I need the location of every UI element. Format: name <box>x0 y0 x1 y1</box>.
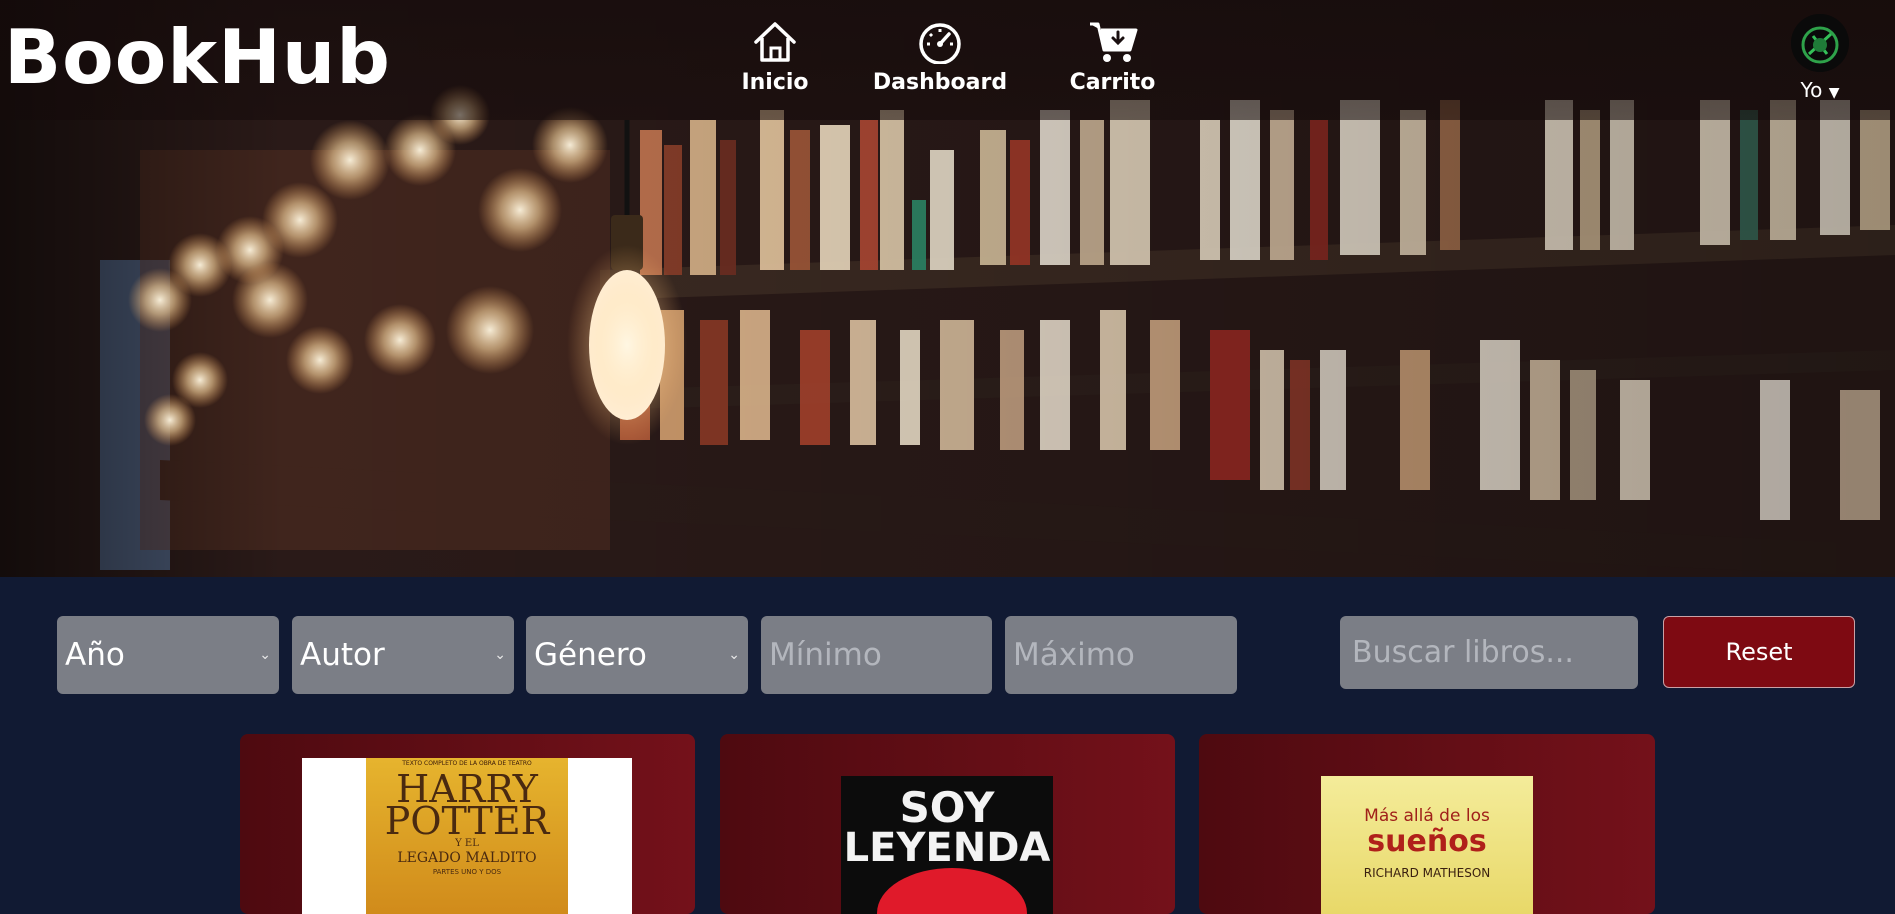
reset-button[interactable]: Reset <box>1663 616 1855 688</box>
min-price-placeholder: Mínimo <box>769 637 882 673</box>
avatar[interactable] <box>1791 14 1849 72</box>
genre-select-value: Género <box>534 637 647 673</box>
author-select[interactable]: Autor ⌄ <box>292 616 514 694</box>
search-placeholder: Buscar libros... <box>1352 635 1574 670</box>
year-select-value: Año <box>65 637 125 673</box>
chevron-down-icon: ⌄ <box>259 647 271 663</box>
cover-subtitle: Y EL <box>455 838 479 849</box>
cover-red-moon <box>877 868 1027 914</box>
shopping-cart-icon <box>1089 22 1137 62</box>
caret-down-icon: ▼ <box>1828 85 1840 101</box>
user-menu-label: Yo <box>1800 78 1823 102</box>
top-navbar: BookHub Inicio Dashboard Carrito Yo ▼ <box>0 0 1895 120</box>
nav-cart-link[interactable]: Carrito <box>1065 20 1160 95</box>
chevron-down-icon: ⌄ <box>494 647 506 663</box>
nav-home-label: Inicio <box>741 70 809 95</box>
cover-author: RICHARD MATHESON <box>1363 866 1491 880</box>
search-input[interactable]: Buscar libros... <box>1340 616 1638 689</box>
avatar-image <box>1791 14 1849 72</box>
chevron-down-icon: ⌄ <box>728 647 740 663</box>
min-price-input[interactable]: Mínimo <box>761 616 992 694</box>
year-select[interactable]: Año ⌄ <box>57 616 279 694</box>
cover-title-line-1: Más allá de los <box>1364 806 1490 826</box>
max-price-input[interactable]: Máximo <box>1005 616 1237 694</box>
book-card[interactable]: SOY LEYENDA <box>720 734 1175 914</box>
book-cover-image: TEXTO COMPLETO DE LA OBRA DE TEATRO HARR… <box>366 758 568 914</box>
cover-subtitle-2: LEGADO MALDITO <box>397 850 537 866</box>
genre-select[interactable]: Género ⌄ <box>526 616 748 694</box>
cover-title-line-2: POTTER <box>384 799 550 843</box>
cover-parts: PARTES UNO Y DOS <box>432 868 502 876</box>
cover-tagline: TEXTO COMPLETO DE LA OBRA DE TEATRO <box>402 760 532 767</box>
user-menu[interactable]: Yo ▼ <box>1780 14 1860 102</box>
max-price-placeholder: Máximo <box>1013 637 1135 673</box>
nav-dashboard-link[interactable]: Dashboard <box>870 20 1010 95</box>
speedometer-icon <box>919 23 961 64</box>
book-cover-image: Más allá de los sueños RICHARD MATHESON <box>1321 776 1533 914</box>
author-select-value: Autor <box>300 637 385 673</box>
cover-title-line-2: sueños <box>1367 824 1487 859</box>
hero-banner: BookHub Inicio Dashboard Carrito Yo ▼ <box>0 0 1895 577</box>
brand-logo[interactable]: BookHub <box>4 12 391 102</box>
home-icon <box>754 22 796 62</box>
book-card[interactable]: Más allá de los sueños RICHARD MATHESON <box>1199 734 1655 914</box>
cover-title-line-1: SOY <box>899 783 995 832</box>
cover-title-line-2: LEYENDA <box>843 825 1051 871</box>
nav-cart-label: Carrito <box>1069 70 1156 95</box>
book-cover-image: SOY LEYENDA <box>841 776 1053 914</box>
nav-dashboard-label: Dashboard <box>872 70 1008 95</box>
book-card[interactable]: TEXTO COMPLETO DE LA OBRA DE TEATRO HARR… <box>240 734 695 914</box>
nav-home-link[interactable]: Inicio <box>735 20 815 95</box>
